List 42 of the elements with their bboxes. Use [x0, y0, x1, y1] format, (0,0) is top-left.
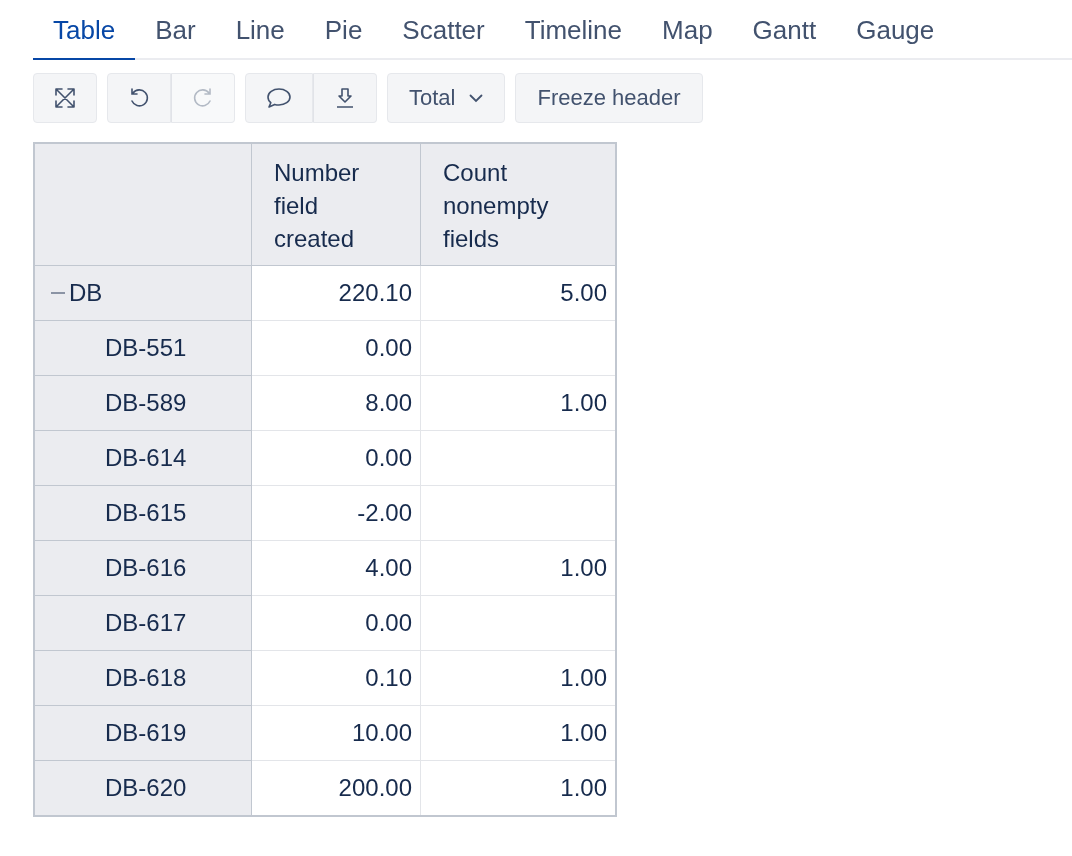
column-header: Count nonempty fields: [420, 143, 616, 266]
chart-type-tab[interactable]: Scatter: [382, 10, 505, 60]
undo-icon: [128, 87, 150, 109]
row-label: DB-618: [105, 665, 187, 691]
chevron-down-icon: [469, 93, 484, 103]
row-label: DB-616: [105, 555, 187, 581]
table-cell: -2.00: [251, 485, 421, 541]
table-cell: 4.00: [251, 540, 421, 596]
comment-button[interactable]: [245, 73, 313, 123]
download-icon: [335, 87, 355, 109]
column-header: Number field created: [251, 143, 421, 266]
chart-type-tab[interactable]: Table: [33, 10, 136, 60]
row-label: DB: [69, 279, 103, 306]
row-label: DB-551: [105, 335, 187, 361]
table-cell: 0.00: [251, 595, 421, 651]
chart-type-tab[interactable]: Gantt: [732, 10, 837, 60]
table-cell: 0.00: [251, 430, 421, 486]
chart-type-tab[interactable]: Bar: [135, 10, 216, 60]
undo-button[interactable]: [107, 73, 171, 123]
table-cell: 0.00: [251, 320, 421, 376]
row-label: DB-615: [105, 500, 187, 526]
download-button[interactable]: [313, 73, 377, 123]
chart-type-tab[interactable]: Pie: [304, 10, 383, 60]
table-cell: 10.00: [251, 705, 421, 761]
chart-type-tab[interactable]: Line: [215, 10, 305, 60]
table-cell: 0.10: [251, 650, 421, 706]
speech-bubble-icon: [266, 87, 292, 109]
redo-icon: [192, 87, 214, 109]
expand-button[interactable]: [33, 73, 97, 123]
chart-type-tab[interactable]: Map: [642, 10, 733, 60]
row-label: DB-617: [105, 610, 187, 636]
chart-type-tab[interactable]: Timeline: [504, 10, 643, 60]
expand-icon: [54, 87, 76, 109]
total-dropdown[interactable]: Total: [387, 73, 506, 123]
row-label: DB-620: [105, 775, 187, 801]
freeze-header-button[interactable]: Freeze header: [515, 73, 703, 123]
chart-type-tab[interactable]: Gauge: [836, 10, 955, 60]
row-label: DB-619: [105, 720, 187, 746]
table-cell: 220.10: [251, 265, 421, 321]
table-cell: 8.00: [251, 375, 421, 431]
row-label: DB-614: [105, 445, 187, 471]
row-label: DB-589: [105, 390, 187, 416]
